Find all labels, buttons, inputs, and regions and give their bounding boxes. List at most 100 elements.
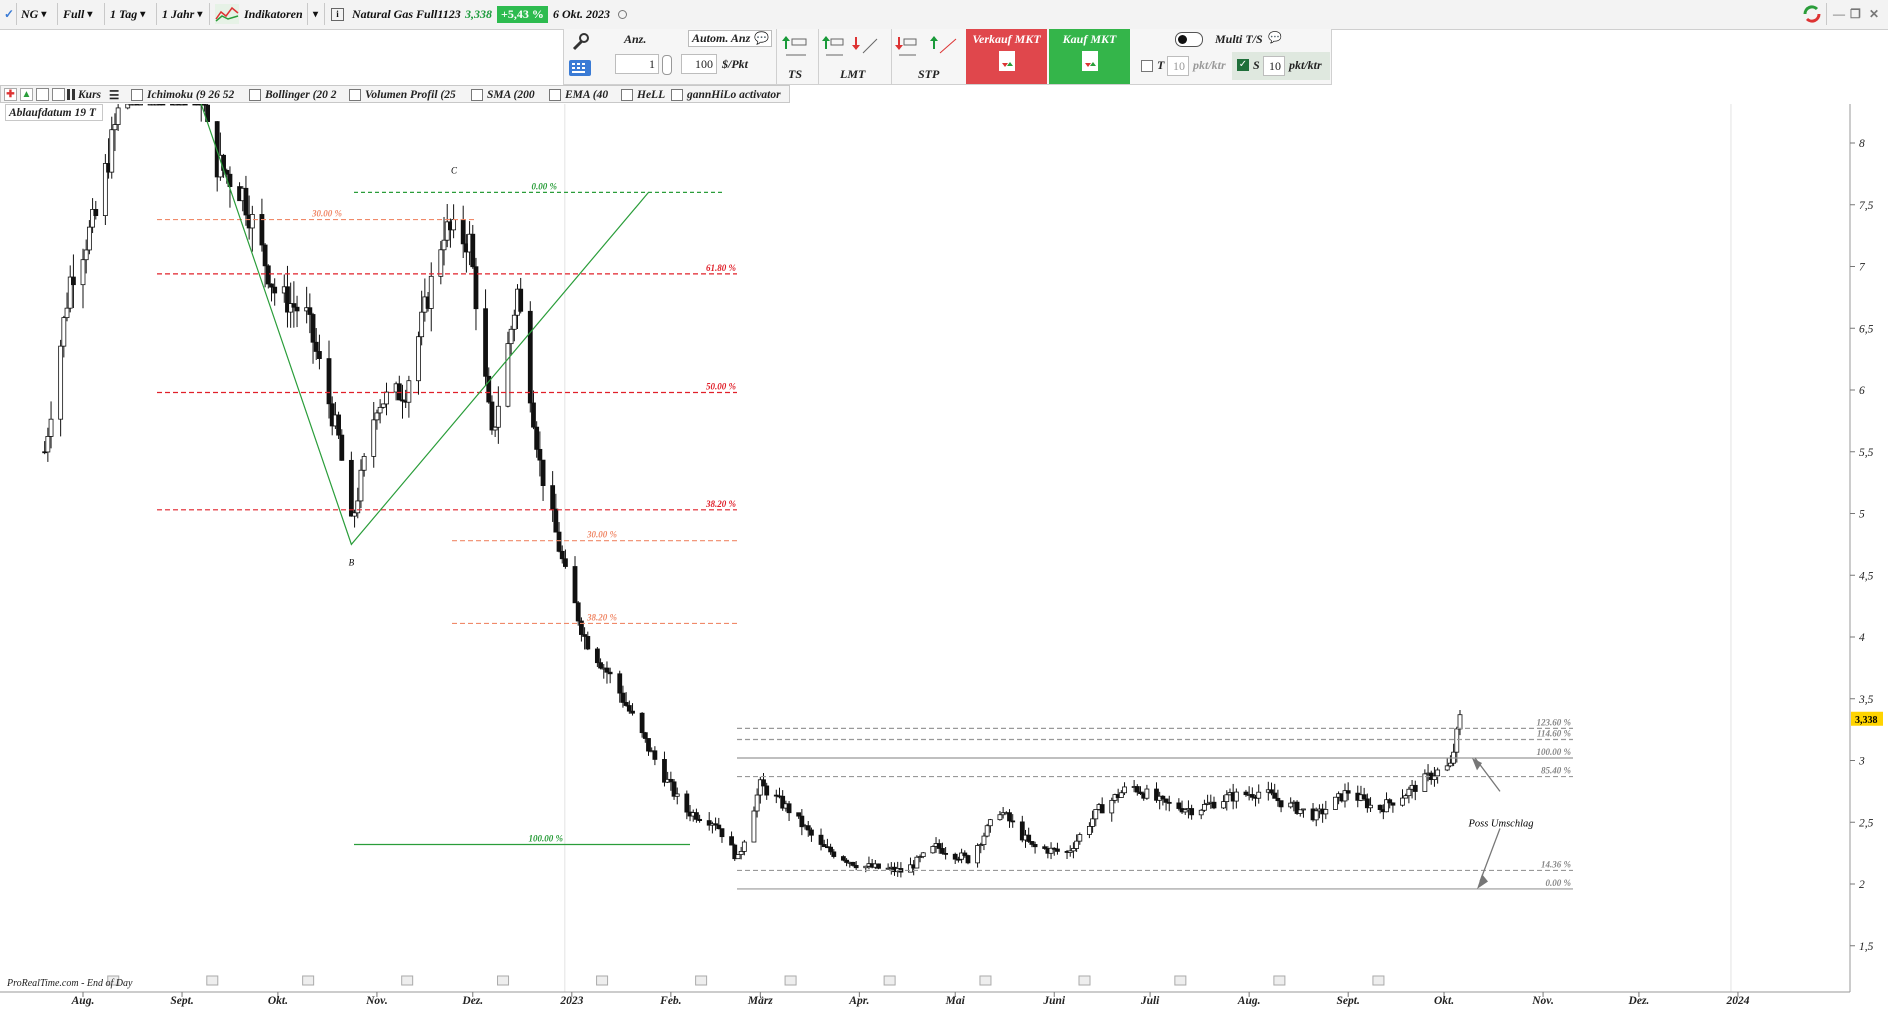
interval-select[interactable]: 1 Tag ▾ — [110, 2, 145, 26]
candle-body — [585, 636, 591, 650]
indicator-bollinger[interactable]: Bollinger (20 2 — [249, 87, 341, 102]
t-input[interactable]: 10 — [1167, 56, 1189, 76]
candle — [495, 386, 501, 444]
s-checkbox[interactable]: ✓ — [1237, 59, 1249, 71]
candle-body — [307, 307, 313, 315]
event-flag-icon — [302, 975, 315, 986]
window-icon[interactable] — [36, 87, 49, 102]
candle — [652, 746, 658, 766]
indicator-hell[interactable]: HeLL — [621, 87, 669, 102]
remove-icon[interactable]: ✚ — [4, 87, 17, 102]
auto-qty-button[interactable]: Autom. Anz 💬 — [688, 30, 772, 47]
candle — [719, 828, 725, 843]
list-icon[interactable]: ☰ — [109, 87, 119, 102]
price-chart[interactable]: 0.00 %100.00 %61.80 %50.00 %38.20 %30.00… — [0, 104, 1888, 1011]
price-indicator[interactable]: Kurs — [67, 87, 107, 102]
candle-body — [1272, 792, 1278, 799]
candle — [470, 224, 476, 269]
footer-credit: ProRealTime.com - End of Day — [7, 978, 133, 989]
status-dot-icon — [618, 2, 627, 26]
indicators-button[interactable]: Indikatoren — [215, 2, 303, 26]
indicator-sma[interactable]: SMA (200 — [471, 87, 543, 102]
multi-ts-toggle[interactable] — [1175, 32, 1203, 47]
up-icon[interactable]: ▲ — [20, 87, 33, 102]
candle-body — [138, 104, 143, 106]
candle-body — [348, 459, 354, 517]
candle — [1278, 800, 1284, 813]
candle — [1099, 797, 1105, 814]
indicator-volume-profile[interactable]: Volumen Profil (25 — [349, 87, 464, 102]
chevron-down-icon: ▾ — [87, 8, 93, 20]
candle-body — [377, 406, 383, 414]
minimize-icon[interactable]: — — [1833, 2, 1845, 26]
candle — [729, 831, 734, 846]
symbol-select[interactable]: NG ▾ — [21, 2, 46, 26]
candle-body — [796, 812, 802, 817]
x-tick-label: Nov. — [365, 995, 388, 1007]
candle-body — [729, 836, 734, 846]
candle — [518, 277, 524, 314]
info-icon[interactable]: i — [331, 2, 344, 26]
candle-body — [540, 459, 546, 487]
point-c-label: C — [451, 165, 458, 175]
x-tick-label: Feb. — [659, 995, 681, 1007]
candle-body — [1406, 788, 1412, 797]
range-select[interactable]: 1 Jahr ▾ — [162, 2, 202, 26]
indicator-bar: ✚ ▲ Kurs ☰ Ichimoku (9 26 52 Bollinger (… — [0, 85, 790, 103]
check-icon[interactable]: ✓ — [4, 2, 14, 26]
y-tick-label: 3 — [1858, 756, 1865, 768]
price-step-input[interactable]: 100 — [681, 54, 717, 74]
x-tick-label: Sept. — [1337, 995, 1360, 1007]
qty-input[interactable]: 1 — [615, 54, 659, 74]
candle — [1026, 827, 1032, 843]
stepper-icon[interactable] — [662, 55, 672, 75]
candle — [1048, 842, 1054, 860]
candle-body — [352, 512, 357, 517]
chat-bubble-icon: 💬 — [754, 31, 770, 45]
candle-body — [764, 785, 770, 796]
candle — [1297, 809, 1303, 817]
last-price: 3,338 — [465, 6, 492, 21]
candle-body — [850, 861, 856, 866]
candle-body — [1055, 848, 1060, 852]
candle — [818, 828, 824, 851]
candle-body — [511, 314, 517, 330]
candle — [1332, 796, 1338, 810]
candle — [1342, 783, 1348, 808]
s-input[interactable]: 10 — [1263, 56, 1285, 76]
keypad-icon[interactable] — [568, 58, 592, 78]
close-icon[interactable]: ✕ — [1869, 2, 1879, 26]
x-tick-label: Okt. — [268, 995, 288, 1007]
fib-label-gray: 100.00 % — [1537, 747, 1572, 757]
refresh-icon[interactable] — [1801, 2, 1823, 26]
candle-body — [626, 705, 632, 712]
candle-body — [1221, 801, 1226, 809]
lmt-icons[interactable] — [821, 33, 881, 61]
candle-body — [987, 819, 993, 827]
candle-body — [1099, 804, 1105, 814]
chevron-down-icon: ▾ — [140, 8, 146, 20]
candle-body — [313, 341, 319, 352]
candle — [285, 265, 290, 328]
candle-body — [1368, 804, 1373, 809]
dropdown-toggle[interactable]: ▾ — [310, 2, 318, 26]
restore-icon[interactable]: ❐ — [1850, 2, 1861, 26]
indicator-ichimoku[interactable]: Ichimoku (9 26 52 — [131, 87, 244, 102]
event-flag-icon — [1174, 975, 1187, 986]
candle — [1202, 799, 1207, 812]
indicator-gannhilo[interactable]: gannHiLo activator — [671, 87, 787, 102]
stp-icons[interactable] — [894, 33, 960, 61]
contract-select[interactable]: Full ▾ — [63, 2, 92, 26]
event-flag-icon — [1273, 975, 1286, 986]
indicator-ema[interactable]: EMA (40 — [549, 87, 613, 102]
buy-market-button[interactable]: Kauf MKT — [1049, 29, 1130, 84]
sell-market-button[interactable]: Verkauf MKT — [966, 29, 1047, 84]
candle-body — [438, 249, 444, 277]
wrench-icon[interactable] — [568, 31, 592, 53]
ts-icon[interactable] — [781, 33, 809, 61]
t-checkbox[interactable] — [1141, 60, 1153, 72]
candle-body — [470, 233, 476, 268]
window-icon[interactable] — [52, 87, 65, 102]
arrow-head-icon — [1477, 874, 1488, 889]
candle-body — [265, 265, 271, 285]
